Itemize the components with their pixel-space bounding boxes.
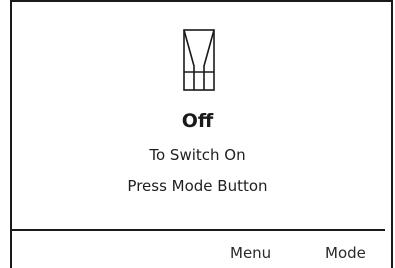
status-title: Off <box>181 110 214 132</box>
mode-softkey[interactable]: Mode <box>325 244 366 262</box>
heat-valve-icon <box>183 29 215 91</box>
instruction-line-1: To Switch On <box>149 146 246 164</box>
instruction-line-2: Press Mode Button <box>127 177 268 195</box>
thermostat-display: Off To Switch On Press Mode Button Menu … <box>0 0 395 268</box>
softkey-divider <box>10 229 385 231</box>
menu-softkey[interactable]: Menu <box>230 244 271 262</box>
